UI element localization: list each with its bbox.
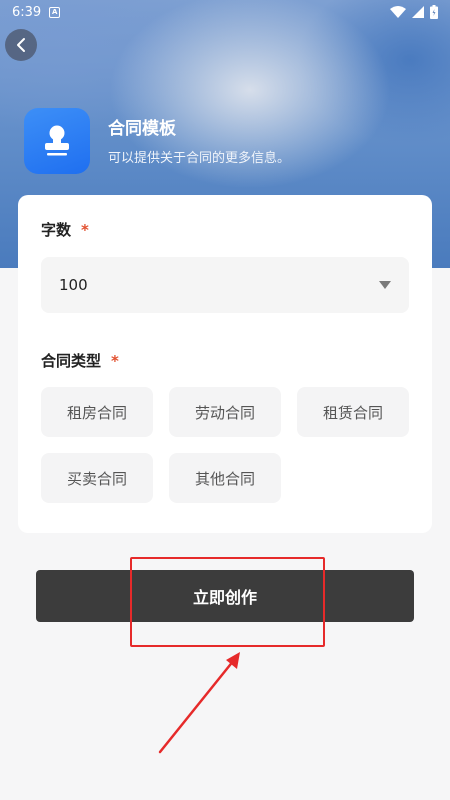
annotation-arrow: [158, 652, 240, 754]
